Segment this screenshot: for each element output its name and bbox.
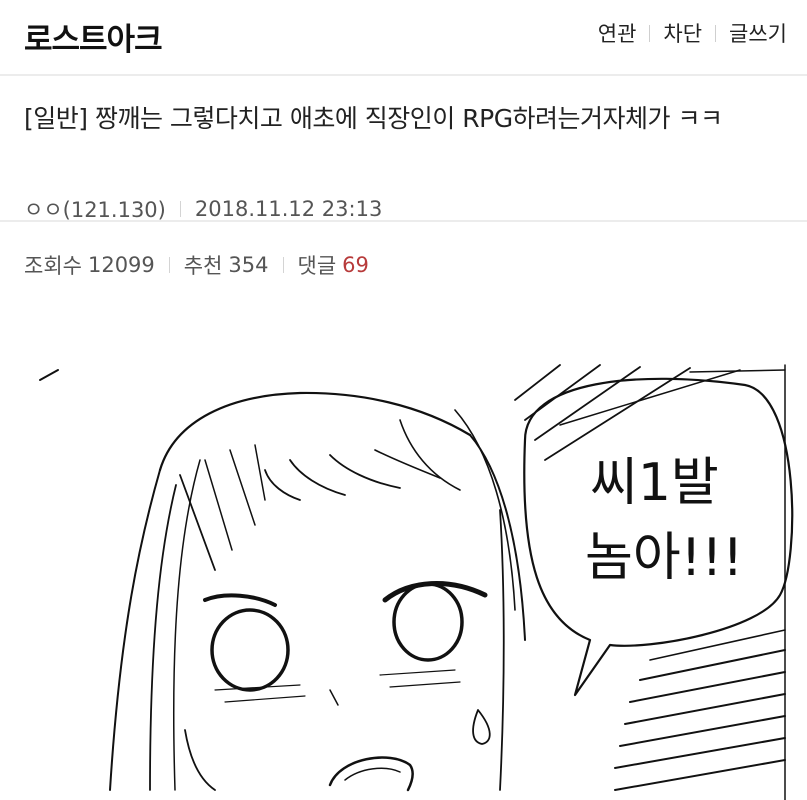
meta-divider — [179, 201, 181, 217]
block-link[interactable]: 차단 — [663, 18, 702, 48]
post-datetime: 2018.11.12 23:13 — [194, 197, 383, 221]
speech-text-2: 놈아!!! — [585, 528, 743, 588]
post-header: [일반] 짱깨는 그렇다치고 애초에 직장인이 RPG하려는거자체가 ㅋㅋ ㅇㅇ… — [0, 76, 807, 222]
stats-divider — [168, 257, 170, 273]
views-label: 조회수 — [24, 254, 82, 278]
stats-divider — [282, 257, 284, 273]
comments-count[interactable]: 69 — [342, 253, 369, 277]
post-author[interactable]: ㅇㅇ(121.130) — [24, 194, 166, 224]
comic-image: 씨1발 놈아!!! — [39, 364, 794, 800]
site-header: 로스트아크 연관 차단 글쓰기 — [0, 0, 807, 76]
post-stats: 조회수 12099 추천 354 댓글 69 — [0, 222, 807, 308]
header-nav: 연관 차단 글쓰기 — [598, 18, 787, 48]
recommend-label: 추천 — [183, 254, 223, 278]
speech-text-1: 씨1발 — [590, 453, 719, 513]
site-title[interactable]: 로스트아크 — [24, 14, 163, 59]
views-count: 12099 — [87, 253, 155, 277]
nav-divider — [715, 24, 717, 42]
write-link[interactable]: 글쓰기 — [729, 18, 787, 48]
post-title: [일반] 짱깨는 그렇다치고 애초에 직장인이 RPG하려는거자체가 ㅋㅋ — [24, 104, 723, 133]
related-link[interactable]: 연관 — [598, 18, 637, 48]
comments-label[interactable]: 댓글 — [298, 250, 337, 280]
recommend-count: 354 — [228, 253, 269, 277]
post-meta: ㅇㅇ(121.130) 2018.11.12 23:13 — [24, 194, 382, 224]
nav-divider — [649, 24, 651, 42]
